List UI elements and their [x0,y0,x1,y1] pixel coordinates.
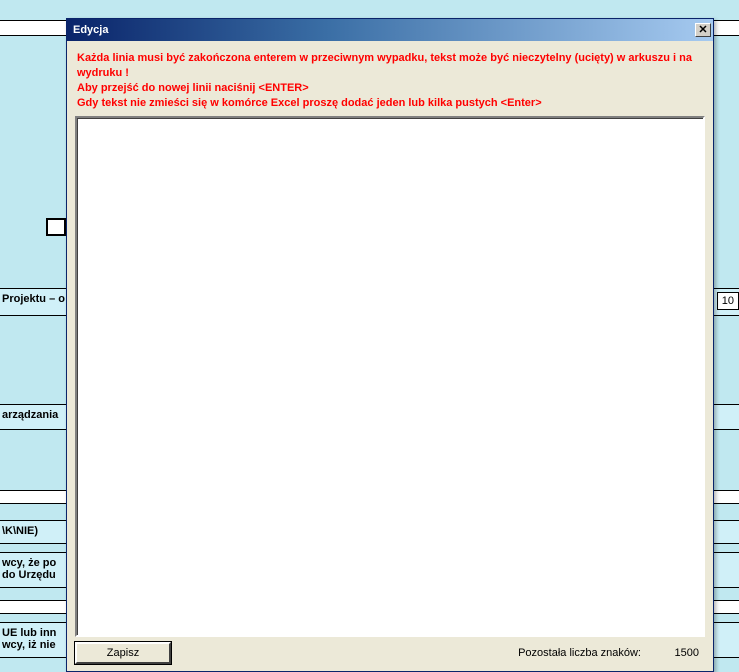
bg-label: do Urzędu [2,569,56,581]
bg-label: \K\NIE) [2,525,38,537]
save-button[interactable]: Zapisz [75,642,171,664]
dialog-title: Edycja [73,24,108,36]
bg-cell-right: 10 [717,292,739,310]
edit-textarea[interactable] [75,116,705,637]
bg-label: arządzania [2,409,58,421]
char-count-label: Pozostała liczba znaków: [518,647,641,659]
titlebar[interactable]: Edycja ✕ [67,19,713,41]
bg-label: wcy, że po [2,557,56,569]
instruction-line: Każda linia musi być zakończona enterem … [77,51,703,81]
close-button[interactable]: ✕ [695,23,711,37]
bg-label: Projektu – o [2,293,65,305]
instructions-text: Każda linia musi być zakończona enterem … [75,45,705,116]
bg-label: UE lub inn [2,627,56,639]
dialog-footer: Zapisz Pozostała liczba znaków: 1500 [75,641,705,665]
close-icon: ✕ [698,25,707,36]
instruction-line: Gdy tekst nie zmieści się w komórce Exce… [77,96,703,111]
edit-dialog: Edycja ✕ Każda linia musi być zakończona… [66,18,714,672]
instruction-line: Aby przejść do nowej linii naciśnij <ENT… [77,81,703,96]
char-count-value: 1500 [659,647,699,659]
bg-cell [46,218,66,236]
bg-label: wcy, iż nie [2,639,56,651]
dialog-body: Każda linia musi być zakończona enterem … [67,41,713,671]
